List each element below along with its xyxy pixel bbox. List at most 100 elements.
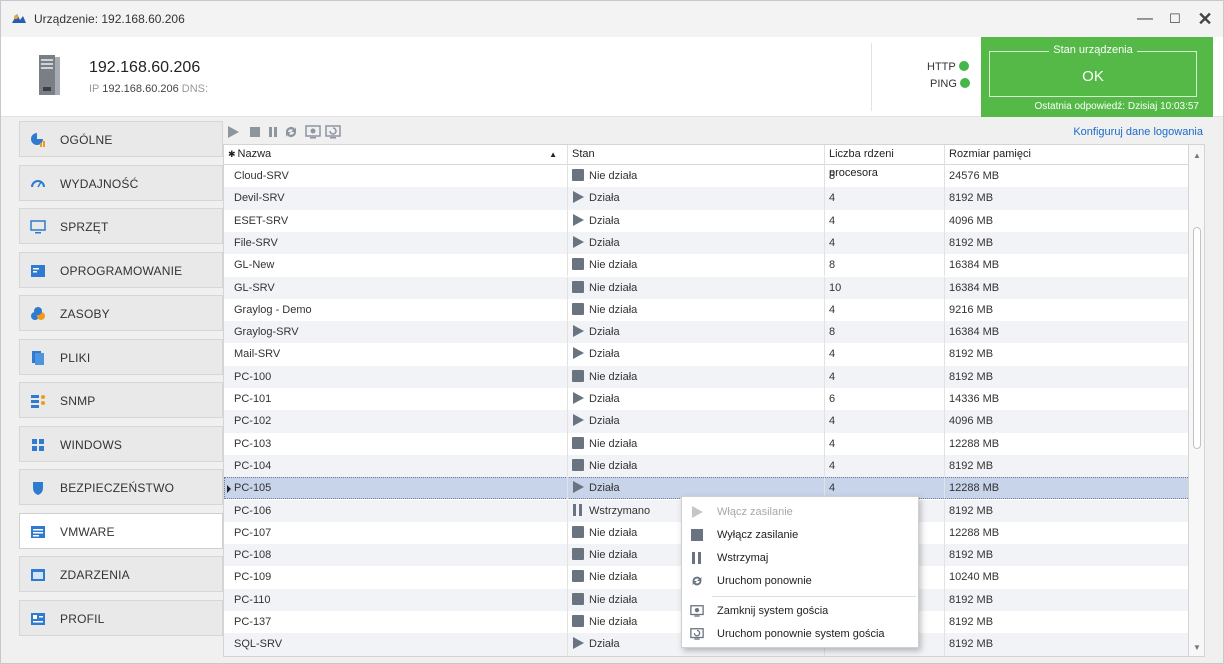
sidebar-item-vmware[interactable]: VMWARE (19, 512, 223, 549)
column-header-cores[interactable]: Liczba rdzeni procesora (825, 145, 945, 179)
play-icon (573, 325, 584, 338)
sidebar-item-zdarzenia[interactable]: ZDARZENIA (19, 556, 223, 592)
cell-name: PC-109 (224, 566, 568, 589)
table-row[interactable]: Graylog-SRV Działa 8 16384 MB (224, 321, 1188, 344)
table-row[interactable]: File-SRV Działa 4 8192 MB (224, 231, 1188, 255)
column-header-memory[interactable]: Rozmiar pamięci (945, 145, 1188, 165)
table-row[interactable]: Cloud-SRV Nie działa 8 24576 MB (224, 165, 1188, 188)
cell-memory: 4096 MB (945, 210, 1188, 232)
sidebar-item-windows[interactable]: WINDOWS (19, 425, 223, 462)
table-row[interactable]: PC-100 Nie działa 4 8192 MB (224, 365, 1188, 388)
cell-name: PC-103 (224, 432, 568, 455)
cell-state-text: Nie działa (589, 370, 638, 383)
scroll-down-icon[interactable]: ▼ (1193, 643, 1201, 652)
cell-cores-text: 4 (829, 370, 836, 383)
title-bar: Urządzenie: 192.168.60.206 — ☐ ✕ (1, 1, 1223, 37)
menu-item-power-on[interactable]: Włącz zasilanie (682, 501, 918, 523)
cell-state-text: Działa (589, 393, 620, 405)
maximize-button[interactable]: ☐ (1161, 7, 1189, 31)
menu-item-restart[interactable]: Uruchom ponownie (682, 570, 918, 592)
vertical-scrollbar[interactable]: ▲ ▼ (1189, 144, 1205, 657)
column-header-state[interactable]: Stan (568, 145, 825, 165)
cell-name-text: SQL-SRV (234, 638, 283, 651)
cell-memory-text: 8192 MB (949, 459, 994, 472)
sidebar-item-pliki[interactable]: PLIKI (19, 338, 223, 375)
status-legend: Stan urządzenia (1049, 44, 1137, 56)
pause-icon[interactable] (265, 124, 281, 140)
cell-name-text: Cloud-SRV (234, 170, 289, 182)
menu-separator (712, 596, 916, 597)
menu-item-guest-restart[interactable]: Uruchom ponownie system gościa (682, 623, 918, 645)
sidebar-item-label: WINDOWS (60, 437, 123, 452)
table-row[interactable]: GL-New Nie działa 8 16384 MB (224, 254, 1188, 277)
table-row[interactable]: Mail-SRV Działa 4 8192 MB (224, 343, 1188, 366)
cell-name-text: PC-106 (234, 504, 272, 517)
sidebar-item-profil[interactable]: PROFIL (19, 599, 223, 636)
table-row[interactable]: PC-102 Działa 4 4096 MB (224, 410, 1188, 433)
cell-cores-text: 10 (829, 281, 842, 294)
menu-item-suspend[interactable]: Wstrzymaj (682, 547, 918, 569)
sidebar-item-oprogramowanie[interactable]: OPROGRAMOWANIE (19, 251, 223, 288)
table-row[interactable]: GL-SRV Nie działa 10 16384 MB (224, 276, 1188, 299)
play-icon (573, 481, 584, 494)
sidebar-item-wydajnosc[interactable]: WYDAJNOŚĆ (19, 164, 223, 201)
minimize-button[interactable]: — (1131, 7, 1159, 31)
cell-name-text: PC-109 (234, 571, 272, 584)
stop-icon (572, 570, 584, 583)
table-row[interactable]: PC-103 Nie działa 4 12288 MB (224, 432, 1188, 455)
cell-name: PC-100 (224, 365, 568, 388)
cell-name-text: File-SRV (234, 236, 278, 249)
refresh-icon[interactable] (283, 124, 299, 140)
cell-name-text: Devil-SRV (234, 192, 285, 205)
cell-name: ESET-SRV (224, 209, 568, 232)
cell-state: Nie działa (568, 254, 825, 277)
sidebar-item-snmp[interactable]: SNMP (19, 382, 223, 418)
refresh-icon (692, 576, 702, 586)
cell-name-text: PC-104 (234, 459, 272, 472)
stop-icon (572, 592, 584, 605)
guest-shutdown-icon[interactable] (305, 124, 321, 140)
cell-name-text: PC-100 (234, 370, 272, 383)
app-window: Urządzenie: 192.168.60.206 — ☐ ✕ 192.168… (0, 0, 1224, 664)
scroll-up-icon[interactable]: ▲ (1193, 151, 1201, 160)
cell-memory-text: 9216 MB (949, 303, 994, 316)
configure-credentials-link[interactable]: Konfiguruj dane logowania (1073, 126, 1203, 138)
close-button[interactable]: ✕ (1191, 7, 1219, 31)
sidebar-item-label: PROFIL (60, 611, 105, 626)
stop-icon (572, 169, 584, 181)
cell-name-text: PC-105 (234, 482, 272, 495)
cell-cores: 8 (825, 165, 945, 188)
table-row[interactable]: PC-101 Działa 6 14336 MB (224, 388, 1188, 411)
cell-state: Działa (568, 343, 825, 366)
sidebar-item-label: ZDARZENIA (60, 568, 130, 582)
scrollbar-thumb[interactable] (1193, 227, 1201, 449)
sidebar-item-label: SNMP (60, 394, 96, 408)
stop-icon[interactable] (247, 124, 263, 140)
stop-icon (572, 369, 584, 382)
events-icon (31, 569, 45, 581)
sidebar-item-zasoby[interactable]: ZASOBY (19, 295, 223, 331)
menu-item-power-off[interactable]: Wyłącz zasilanie (682, 524, 918, 546)
http-ok-indicator-icon (958, 61, 969, 71)
ip-value: 192.168.60.206 (102, 83, 179, 95)
table-row[interactable]: Graylog - Demo Nie działa 4 9216 MB (224, 298, 1188, 322)
header-divider (871, 43, 872, 111)
guest-restart-icon[interactable] (325, 124, 341, 140)
cell-memory: 9216 MB (945, 299, 1188, 321)
table-row[interactable]: ESET-SRV Działa 4 4096 MB (224, 209, 1188, 232)
status-value: OK (1082, 68, 1104, 85)
cell-cores-text: 4 (829, 482, 836, 495)
play-icon[interactable] (225, 124, 241, 140)
menu-item-guest-shutdown[interactable]: Zamknij system gościa (682, 600, 918, 622)
table-row[interactable]: PC-104 Nie działa 4 8192 MB (224, 454, 1188, 478)
table-row[interactable]: Devil-SRV Działa 4 8192 MB (224, 187, 1188, 210)
column-header-name[interactable]: ✱ Nazwa ▲ (224, 145, 568, 165)
cell-name: Devil-SRV (224, 187, 568, 210)
play-icon (573, 414, 584, 427)
sidebar-item-bezpieczenstwo[interactable]: BEZPIECZEŃSTWO (19, 469, 223, 505)
cell-memory: 8192 MB (945, 633, 1188, 655)
row-pointer-icon (227, 485, 231, 494)
sidebar-item-ogolne[interactable]: OGÓLNE (19, 121, 223, 157)
sidebar-item-sprzet[interactable]: SPRZĘT (19, 208, 223, 244)
stop-icon (572, 258, 584, 271)
